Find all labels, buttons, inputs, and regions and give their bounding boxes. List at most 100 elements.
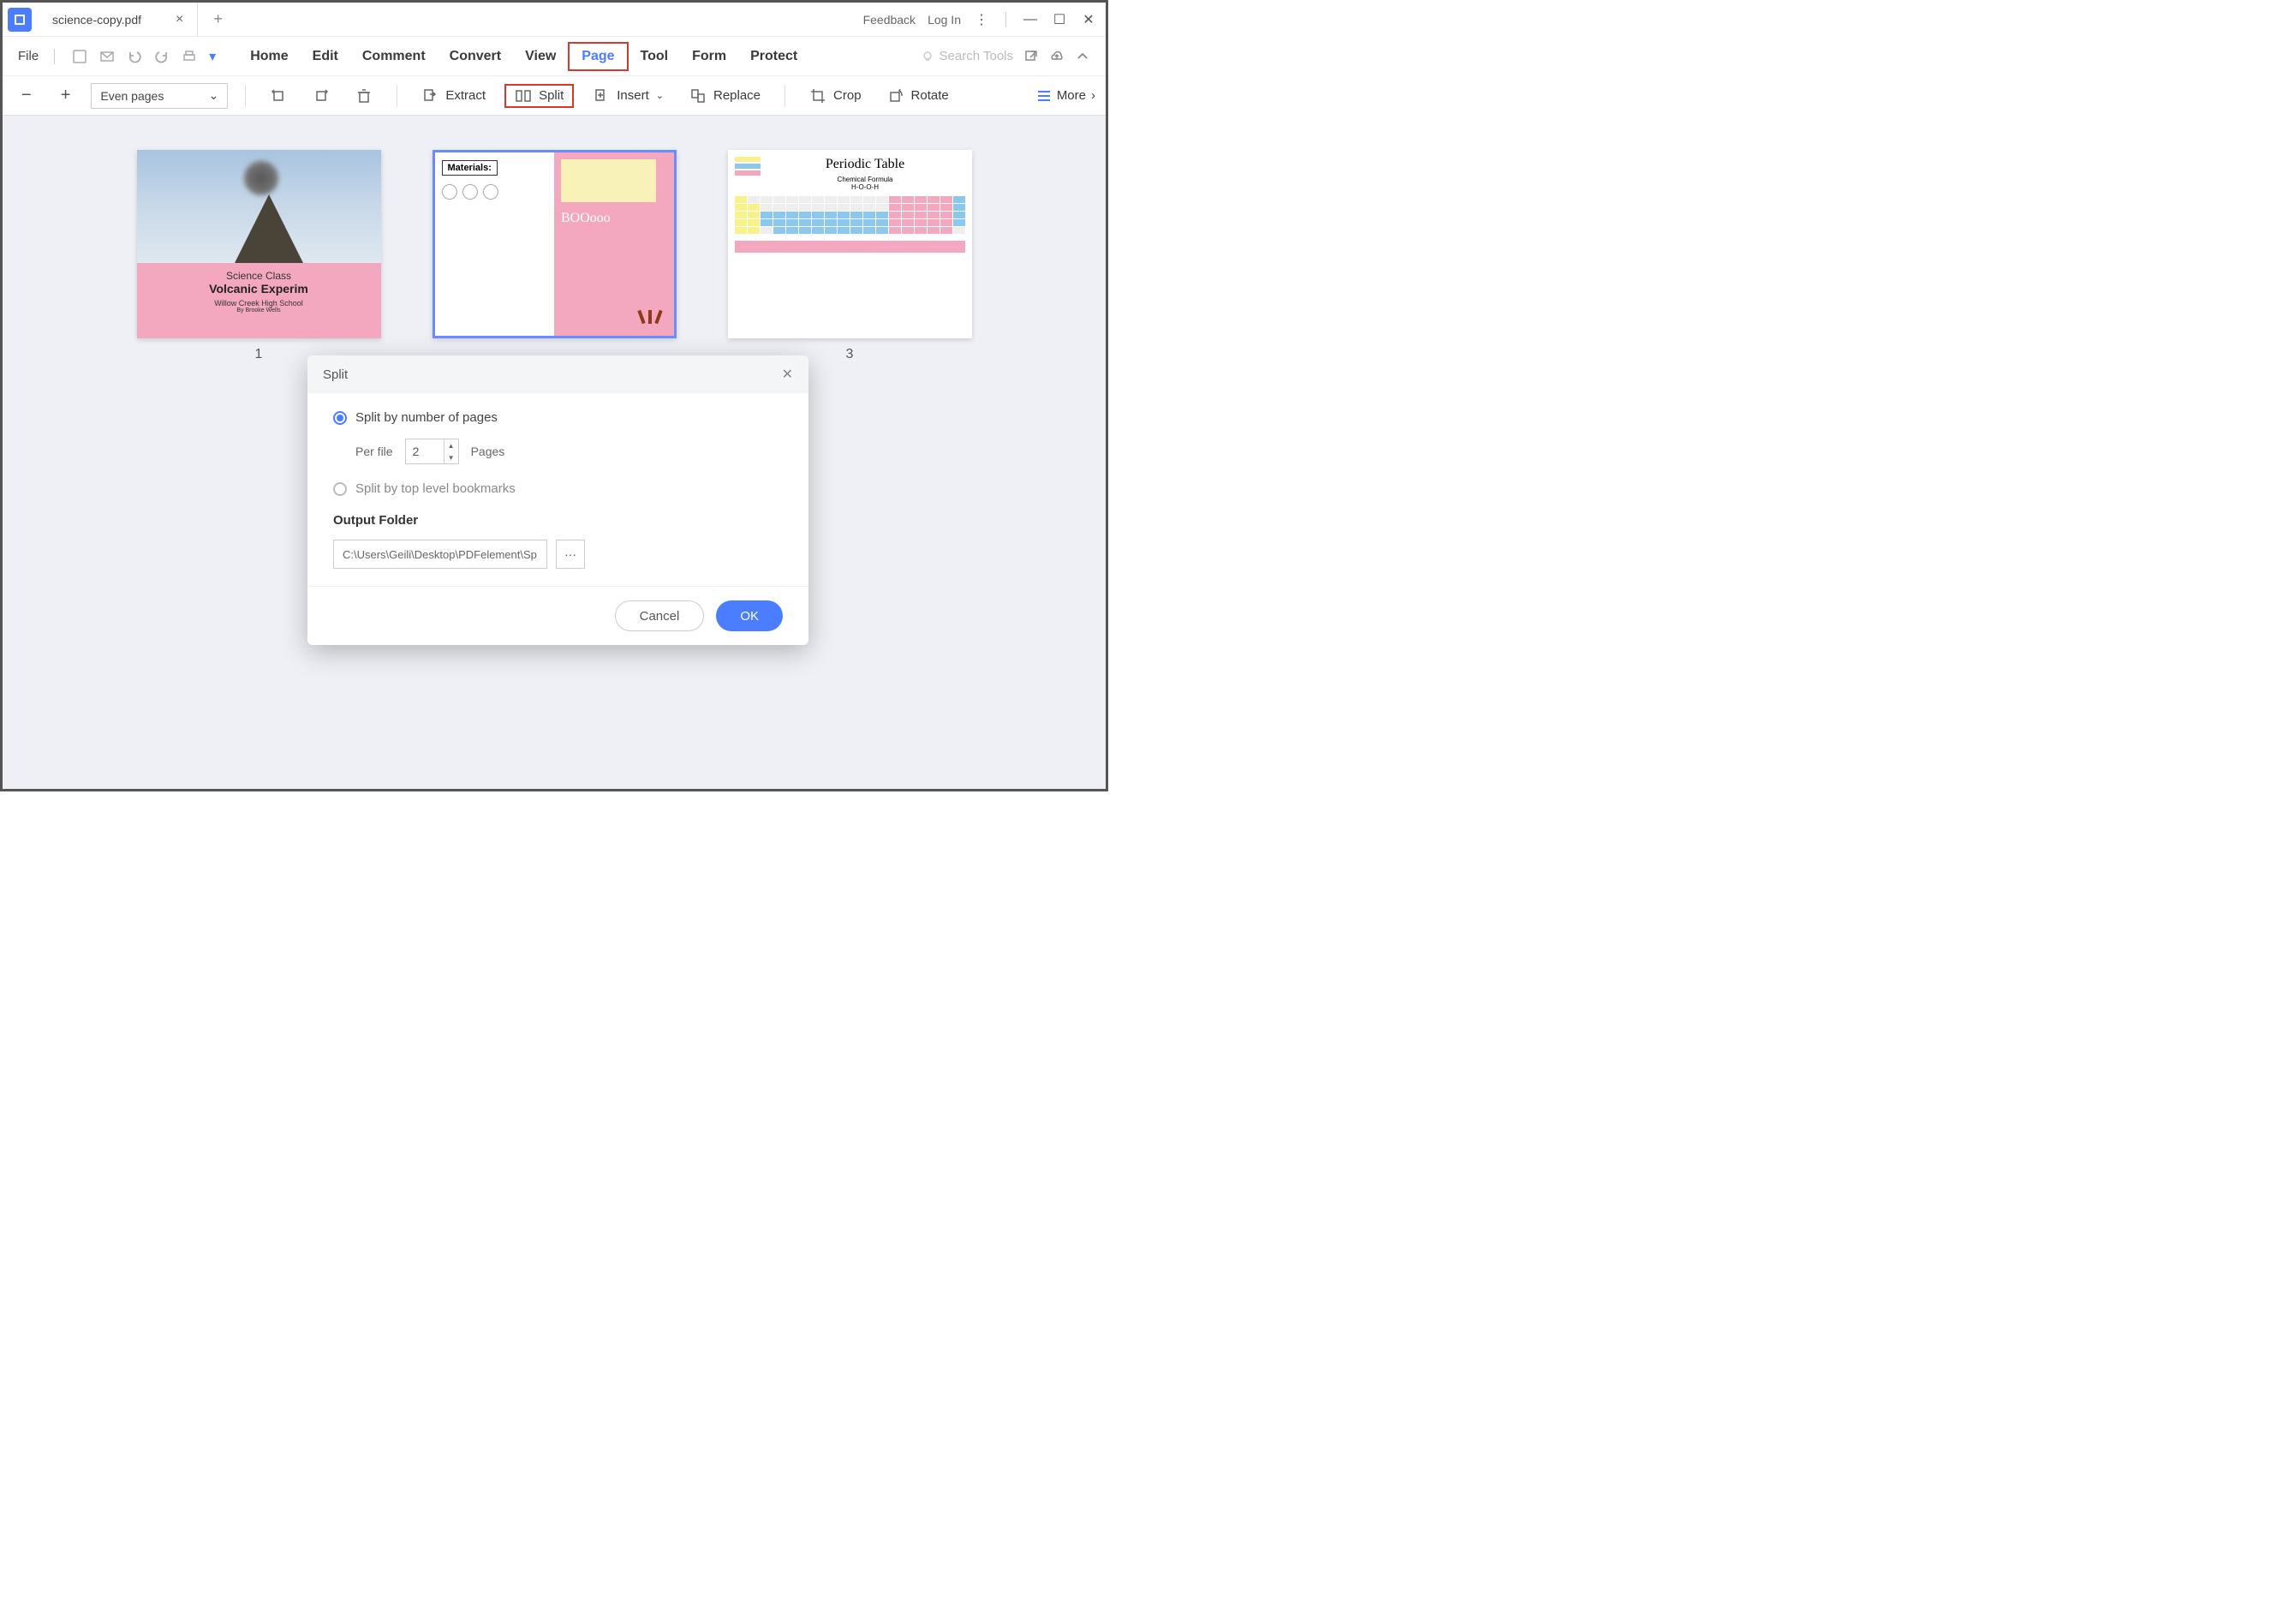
- feedback-link[interactable]: Feedback: [863, 13, 916, 27]
- menu-form[interactable]: Form: [680, 44, 738, 69]
- output-folder-heading: Output Folder: [333, 513, 783, 528]
- page-range-value: Even pages: [100, 89, 164, 103]
- file-menu[interactable]: File: [9, 49, 47, 63]
- menu-comment[interactable]: Comment: [350, 44, 438, 69]
- thumb1-line4: By Brooke Wells: [144, 307, 374, 313]
- split-label: Split: [539, 88, 564, 103]
- replace-button[interactable]: Replace: [683, 84, 767, 108]
- page-3-wrap: Periodic Table Chemical Formula H-O-O-H …: [728, 150, 972, 362]
- replace-icon: [689, 87, 707, 104]
- chevron-down-icon: ⌄: [209, 88, 219, 103]
- thumb1-line1: Science Class: [144, 270, 374, 282]
- document-tab[interactable]: science-copy.pdf ×: [39, 3, 198, 36]
- more-label: More: [1057, 88, 1086, 103]
- rotate-label: Rotate: [911, 88, 949, 103]
- page-thumbnails-area: Science Class Volcanic Experim Willow Cr…: [3, 116, 1106, 789]
- page-number-1: 1: [255, 347, 263, 362]
- logo-icon: [13, 13, 27, 27]
- mail-icon[interactable]: [99, 49, 115, 64]
- quick-access-toolbar: ▾: [62, 48, 226, 65]
- page-toolbar: − + Even pages ⌄ Extract Split Insert ⌄ …: [3, 76, 1106, 116]
- dialog-close-icon[interactable]: ✕: [782, 366, 793, 383]
- menu-edit[interactable]: Edit: [301, 44, 350, 69]
- dialog-header: Split ✕: [307, 355, 808, 393]
- boo-text: BOOooo: [561, 211, 611, 225]
- periodic-grid: [735, 196, 965, 234]
- spinner-up-icon[interactable]: ▲: [444, 439, 458, 451]
- login-link[interactable]: Log In: [928, 13, 961, 27]
- app-icon: [8, 8, 32, 32]
- dialog-body: Split by number of pages Per file ▲ ▼ Pa…: [307, 393, 808, 586]
- extract-button[interactable]: Extract: [415, 84, 492, 108]
- tab-title: science-copy.pdf: [52, 13, 141, 27]
- split-button[interactable]: Split: [504, 84, 574, 108]
- periodic-sub2: H-O-O-H: [766, 183, 965, 191]
- materials-label: Materials:: [442, 160, 498, 176]
- chevron-up-icon[interactable]: [1075, 49, 1090, 64]
- page-thumbnail-1[interactable]: Science Class Volcanic Experim Willow Cr…: [137, 150, 381, 338]
- ok-button[interactable]: OK: [716, 600, 783, 631]
- extract-icon: [421, 87, 438, 104]
- delete-page-button[interactable]: [349, 84, 379, 108]
- save-icon[interactable]: [72, 49, 87, 64]
- radio-icon[interactable]: [333, 411, 347, 425]
- menubar-right: Search Tools: [921, 49, 1099, 64]
- radio-icon[interactable]: [333, 482, 347, 496]
- tab-close-icon[interactable]: ×: [176, 12, 183, 27]
- main-menus: Home Edit Comment Convert View Page Tool…: [238, 42, 809, 71]
- rotate-left-button[interactable]: [263, 84, 294, 108]
- per-file-spinner[interactable]: ▲ ▼: [405, 439, 459, 464]
- crop-button[interactable]: Crop: [802, 84, 868, 108]
- insert-icon: [593, 87, 610, 104]
- print-icon[interactable]: [182, 49, 197, 64]
- rotate-button[interactable]: Rotate: [880, 84, 956, 108]
- page-range-select[interactable]: Even pages ⌄: [91, 83, 228, 109]
- split-dialog: Split ✕ Split by number of pages Per fil…: [307, 355, 808, 645]
- cloud-up-icon[interactable]: [1049, 49, 1065, 64]
- share-icon[interactable]: [1023, 49, 1039, 64]
- redo-icon[interactable]: [154, 49, 170, 64]
- page-1-wrap: Science Class Volcanic Experim Willow Cr…: [137, 150, 381, 362]
- browse-folder-button[interactable]: ···: [556, 540, 585, 569]
- per-file-row: Per file ▲ ▼ Pages: [355, 439, 783, 464]
- split-by-pages-option[interactable]: Split by number of pages: [333, 410, 783, 425]
- output-folder-input[interactable]: [333, 540, 547, 569]
- close-window-button[interactable]: ✕: [1080, 11, 1097, 28]
- extract-label: Extract: [445, 88, 486, 103]
- menu-page[interactable]: Page: [568, 42, 628, 71]
- page-thumbnail-3[interactable]: Periodic Table Chemical Formula H-O-O-H: [728, 150, 972, 338]
- new-tab-button[interactable]: +: [213, 10, 223, 28]
- cancel-button[interactable]: Cancel: [615, 600, 705, 631]
- rotate-right-button[interactable]: [306, 84, 337, 108]
- output-folder-row: ···: [333, 540, 783, 569]
- menu-tool[interactable]: Tool: [629, 44, 681, 69]
- search-tools-label: Search Tools: [940, 49, 1013, 63]
- menu-convert[interactable]: Convert: [438, 44, 513, 69]
- dialog-footer: Cancel OK: [307, 586, 808, 645]
- page-thumbnail-2[interactable]: Materials: BOOooo: [433, 150, 677, 338]
- undo-icon[interactable]: [127, 49, 142, 64]
- dialog-title: Split: [323, 367, 348, 382]
- zoom-in-button[interactable]: +: [52, 86, 80, 105]
- spinner-down-icon[interactable]: ▼: [444, 451, 458, 463]
- divider: [54, 49, 55, 64]
- menu-home[interactable]: Home: [238, 44, 300, 69]
- kebab-menu-icon[interactable]: ⋮: [973, 11, 990, 28]
- zoom-out-button[interactable]: −: [13, 86, 40, 105]
- split-icon: [515, 87, 532, 104]
- bulb-icon: [921, 50, 934, 63]
- menu-protect[interactable]: Protect: [738, 44, 809, 69]
- more-button[interactable]: More ›: [1036, 88, 1095, 104]
- split-by-bookmarks-label: Split by top level bookmarks: [355, 481, 516, 496]
- qat-customize-icon[interactable]: ▾: [209, 48, 216, 65]
- crop-label: Crop: [833, 88, 862, 103]
- periodic-sub1: Chemical Formula: [766, 176, 965, 183]
- menu-view[interactable]: View: [513, 44, 568, 69]
- insert-button[interactable]: Insert ⌄: [586, 84, 671, 108]
- per-file-input[interactable]: [406, 445, 444, 458]
- search-tools[interactable]: Search Tools: [921, 49, 1013, 63]
- split-by-pages-label: Split by number of pages: [355, 410, 498, 425]
- minimize-button[interactable]: —: [1022, 11, 1039, 28]
- split-by-bookmarks-option[interactable]: Split by top level bookmarks: [333, 481, 783, 496]
- maximize-button[interactable]: ☐: [1051, 11, 1068, 28]
